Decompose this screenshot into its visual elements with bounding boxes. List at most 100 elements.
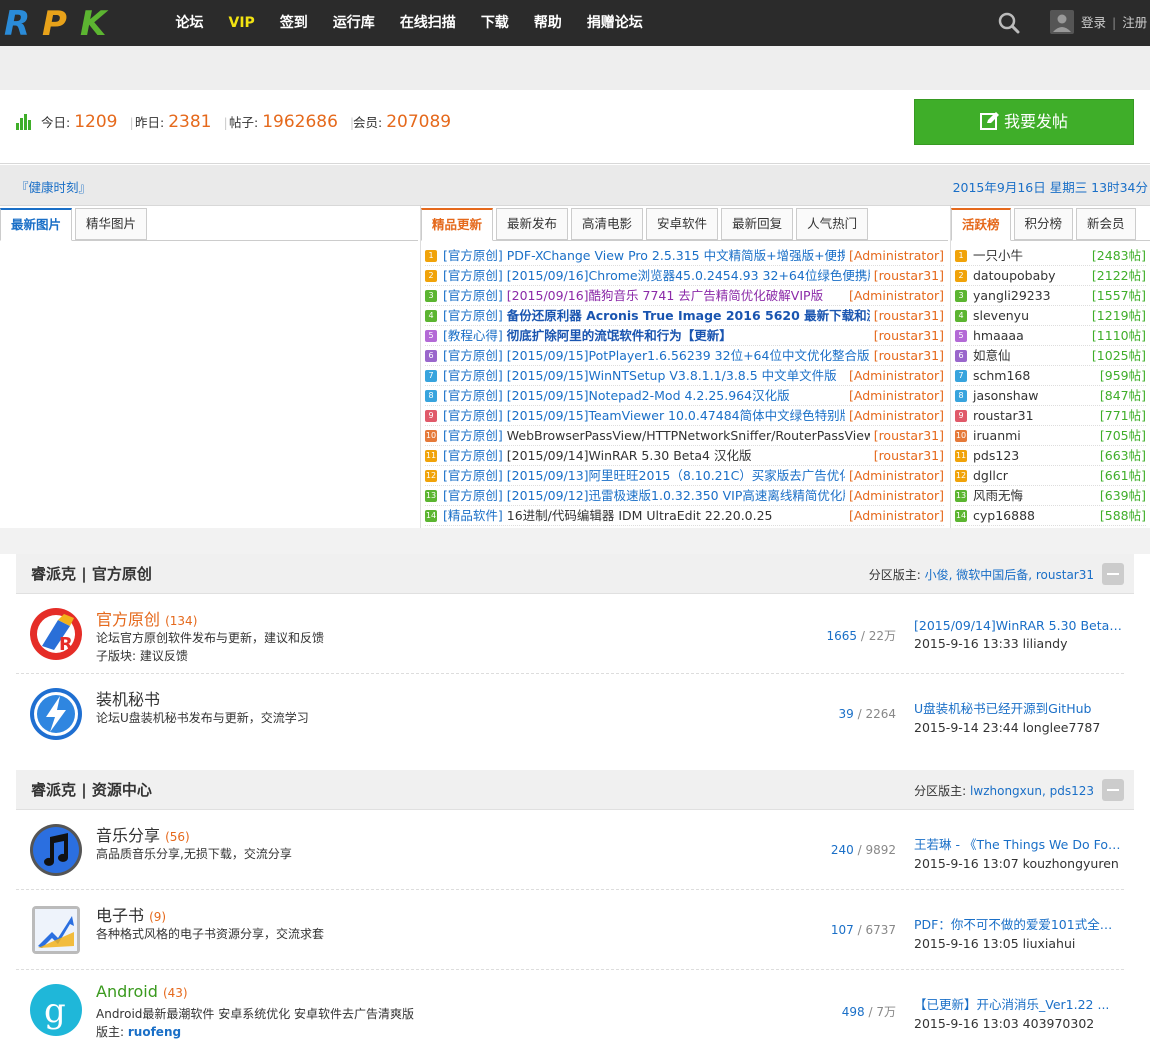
tab-thread-2[interactable]: 高清电影 xyxy=(571,208,644,240)
rank-row[interactable]: 11 pds123 [663帖] xyxy=(955,446,1146,466)
music-icon[interactable] xyxy=(28,822,84,878)
rank-row[interactable]: 4 slevenyu [1219帖] xyxy=(955,306,1146,326)
notice-link[interactable]: 『健康时刻』 xyxy=(16,177,91,196)
thread-category[interactable]: [官方原创] xyxy=(443,448,503,463)
member-name[interactable]: 风雨无悔 xyxy=(973,488,1023,503)
forum-name[interactable]: 电子书 (9) xyxy=(96,902,166,926)
rank-row[interactable]: 9 roustar31 [771帖] xyxy=(955,406,1146,426)
thread-author[interactable]: [Administrator] xyxy=(845,366,944,385)
member-name[interactable]: 一只小牛 xyxy=(973,248,1023,263)
thread-title[interactable]: [2015/09/16]Chrome浏览器45.0.2454.93 32+64位… xyxy=(507,268,880,283)
thread-row[interactable]: 3 [官方原创] [2015/09/16]酷狗音乐 7741 去广告精简优化破解V… xyxy=(425,286,944,306)
rank-row[interactable]: 5 hmaaaa [1110帖] xyxy=(955,326,1146,346)
member-name[interactable]: yangli29233 xyxy=(973,288,1051,303)
thread-author[interactable]: [roustar31] xyxy=(869,346,944,365)
rank-row[interactable]: 1 一只小牛 [2483帖] xyxy=(955,246,1146,266)
member-name[interactable]: slevenyu xyxy=(973,308,1029,323)
forum-title[interactable]: 装机秘书 xyxy=(96,690,160,709)
thread-author[interactable]: [Administrator] xyxy=(845,386,944,405)
nav-item[interactable]: VIP xyxy=(216,0,267,46)
last-post-title[interactable]: U盘装机秘书已经开源到GitHub xyxy=(914,698,1124,717)
collapse-button[interactable] xyxy=(1102,779,1124,801)
member-name[interactable]: pds123 xyxy=(973,448,1019,463)
thread-author[interactable]: [roustar31] xyxy=(869,266,944,285)
thread-author[interactable]: [Administrator] xyxy=(845,406,944,425)
member-name[interactable]: jasonshaw xyxy=(973,388,1039,403)
member-name[interactable]: schm168 xyxy=(973,368,1030,383)
rank-row[interactable]: 3 yangli29233 [1557帖] xyxy=(955,286,1146,306)
thread-title[interactable]: [2015/09/12]迅雷极速版1.0.32.350 VIP高速离线精简优化版 xyxy=(507,488,855,503)
thread-row[interactable]: 2 [官方原创] [2015/09/16]Chrome浏览器45.0.2454.9… xyxy=(425,266,944,286)
section-title[interactable]: 睿派克 | 资源中心 xyxy=(31,779,152,800)
thread-category[interactable]: [教程心得] xyxy=(443,328,503,343)
thread-row[interactable]: 14 [精品软件] 16进制/代码编辑器 IDM UltraEdit 22.20.… xyxy=(425,506,944,526)
forum-title[interactable]: Android xyxy=(96,982,158,1001)
section-title[interactable]: 睿派克 | 官方原创 xyxy=(31,563,152,584)
nav-item[interactable]: 帮助 xyxy=(521,0,574,46)
thread-author[interactable]: [roustar31] xyxy=(869,446,944,465)
thread-title[interactable]: [2015/09/13]阿里旺旺2015（8.10.21C）买家版去广告优化绿色 xyxy=(507,468,877,483)
tab-thread-4[interactable]: 最新回复 xyxy=(721,208,794,240)
thread-row[interactable]: 12 [官方原创] [2015/09/13]阿里旺旺2015（8.10.21C）买… xyxy=(425,466,944,486)
member-name[interactable]: roustar31 xyxy=(973,408,1034,423)
moderator-links[interactable]: 小俊, 微软中国后备, roustar31 xyxy=(925,568,1094,582)
forum-name[interactable]: 音乐分享 (56) xyxy=(96,822,190,846)
thread-category[interactable]: [官方原创] xyxy=(443,348,503,363)
register-link[interactable]: 注册 xyxy=(1122,15,1147,30)
thread-author[interactable]: [Administrator] xyxy=(845,466,944,485)
rank-row[interactable]: 7 schm168 [959帖] xyxy=(955,366,1146,386)
android-g-icon[interactable]: g xyxy=(28,982,84,1038)
rpk-icon[interactable]: R xyxy=(28,606,84,662)
member-name[interactable]: cyp16888 xyxy=(973,508,1035,523)
nav-item[interactable]: 运行库 xyxy=(320,0,387,46)
thread-row[interactable]: 6 [官方原创] [2015/09/15]PotPlayer1.6.56239 3… xyxy=(425,346,944,366)
thread-title[interactable]: [2015/09/15]Notepad2-Mod 4.2.25.964汉化版 xyxy=(507,388,790,403)
collapse-button[interactable] xyxy=(1102,563,1124,585)
thread-title[interactable]: 备份还原利器 Acronis True Image 2016 5620 最新下载… xyxy=(507,308,904,323)
thread-row[interactable]: 5 [教程心得] 彻底扩除阿里的流氓软件和行为【更新】 [roustar31] xyxy=(425,326,944,346)
last-post-title[interactable]: 王若琳 - 《The Things We Do For ... xyxy=(914,834,1124,853)
tab-latest-images[interactable]: 最新图片 xyxy=(0,208,73,241)
thread-title[interactable]: [2015/09/15]WinNTSetup V3.8.1.1/3.8.5 中文… xyxy=(507,368,837,383)
forum-title[interactable]: 电子书 xyxy=(96,906,144,925)
new-post-button[interactable]: 我要发帖 xyxy=(914,99,1134,145)
tab-thread-1[interactable]: 最新发布 xyxy=(496,208,569,240)
subforum-link[interactable]: 建议反馈 xyxy=(140,649,188,663)
nav-item[interactable]: 签到 xyxy=(267,0,320,46)
tab-rank-2[interactable]: 新会员 xyxy=(1076,208,1136,240)
thread-category[interactable]: [官方原创] xyxy=(443,368,503,383)
thread-row[interactable]: 8 [官方原创] [2015/09/15]Notepad2-Mod 4.2.25.… xyxy=(425,386,944,406)
rank-row[interactable]: 12 dgllcr [661帖] xyxy=(955,466,1146,486)
forum-title[interactable]: 官方原创 xyxy=(96,610,160,629)
thread-row[interactable]: 7 [官方原创] [2015/09/15]WinNTSetup V3.8.1.1/… xyxy=(425,366,944,386)
forum-title[interactable]: 音乐分享 xyxy=(96,826,160,845)
tab-featured-images[interactable]: 精华图片 xyxy=(75,208,148,240)
thread-title[interactable]: WebBrowserPassView/HTTPNetworkSniffer/Ro… xyxy=(507,428,891,443)
thread-row[interactable]: 11 [官方原创] [2015/09/14]WinRAR 5.30 Beta4 汉… xyxy=(425,446,944,466)
thread-row[interactable]: 13 [官方原创] [2015/09/12]迅雷极速版1.0.32.350 VIP… xyxy=(425,486,944,506)
rank-row[interactable]: 8 jasonshaw [847帖] xyxy=(955,386,1146,406)
thread-category[interactable]: [官方原创] xyxy=(443,428,503,443)
nav-item[interactable]: 捐赠论坛 xyxy=(574,0,655,46)
thread-category[interactable]: [官方原创] xyxy=(443,468,503,483)
thread-author[interactable]: [Administrator] xyxy=(845,506,944,525)
thread-author[interactable]: [Administrator] xyxy=(845,486,944,505)
thread-category[interactable]: [官方原创] xyxy=(443,308,503,323)
rank-row[interactable]: 13 风雨无悔 [639帖] xyxy=(955,486,1146,506)
tab-thread-0[interactable]: 精品更新 xyxy=(421,208,494,241)
nav-item[interactable]: 下载 xyxy=(468,0,521,46)
thread-author[interactable]: [roustar31] xyxy=(869,306,944,325)
member-name[interactable]: datoupobaby xyxy=(973,268,1056,283)
last-post-title[interactable]: PDF：你不可不做的爱爱101式全彩 ... xyxy=(914,914,1124,933)
lightning-icon[interactable] xyxy=(28,686,84,742)
last-post-title[interactable]: 【已更新】开心消消乐_Ver1.22 ... xyxy=(914,994,1124,1013)
thread-category[interactable]: [官方原创] xyxy=(443,388,503,403)
forum-name[interactable]: 官方原创 (134) xyxy=(96,606,197,630)
thread-category[interactable]: [官方原创] xyxy=(443,248,503,263)
nav-item[interactable]: 在线扫描 xyxy=(387,0,468,46)
thread-category[interactable]: [官方原创] xyxy=(443,408,503,423)
forum-name[interactable]: 装机秘书 xyxy=(96,686,160,710)
rank-row[interactable]: 2 datoupobaby [2122帖] xyxy=(955,266,1146,286)
thread-title[interactable]: PDF-XChange View Pro 2.5.315 中文精简版+增强版+便… xyxy=(507,248,862,263)
thread-category[interactable]: [官方原创] xyxy=(443,268,503,283)
